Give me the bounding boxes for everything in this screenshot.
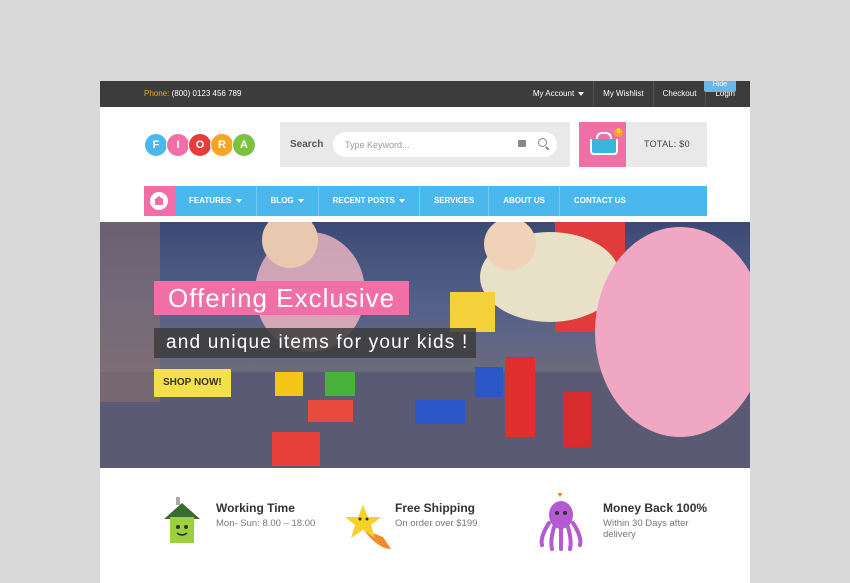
octopus-icon bbox=[539, 493, 583, 551]
nav-item-blog[interactable]: BLOG bbox=[257, 186, 319, 216]
logo-letter: A bbox=[232, 133, 256, 157]
shop-now-button[interactable]: SHOP NOW! bbox=[154, 369, 231, 397]
feature-title: Free Shipping bbox=[395, 501, 476, 515]
feature-working-time: Working Time Mon- Sun: 8.00 – 18.00 bbox=[164, 497, 354, 559]
logo[interactable]: F I O R A bbox=[144, 133, 256, 157]
my-account-link[interactable]: My Account bbox=[524, 81, 593, 107]
nav-item-contact-us[interactable]: CONTACT US bbox=[560, 186, 640, 216]
phone-label: Phone: bbox=[144, 89, 170, 98]
checkout-link[interactable]: Checkout bbox=[652, 81, 706, 107]
phone-number: (800) 0123 456 789 bbox=[171, 89, 242, 98]
main-nav: FEATURES BLOG RECENT POSTS SERVICES ABOU… bbox=[144, 186, 707, 216]
chevron-down-icon bbox=[578, 91, 585, 96]
my-wishlist-link[interactable]: My Wishlist bbox=[593, 81, 652, 107]
feature-subtitle: Within 30 Days after delivery bbox=[603, 518, 689, 540]
feature-subtitle: Mon- Sun: 8.00 – 18.00 bbox=[216, 518, 316, 529]
phone-info: Phone: (800) 0123 456 789 bbox=[144, 89, 241, 98]
nav-item-features[interactable]: FEATURES bbox=[175, 186, 257, 216]
logo-letter: F bbox=[144, 133, 168, 157]
nav-item-about-us[interactable]: ABOUT US bbox=[489, 186, 560, 216]
chevron-down-icon bbox=[297, 198, 304, 203]
chevron-down-icon bbox=[235, 198, 242, 203]
basket-icon bbox=[590, 139, 618, 155]
shooting-star-icon bbox=[345, 505, 391, 549]
search-icon[interactable] bbox=[538, 138, 547, 147]
cart-total: TOTAL: $0 bbox=[644, 139, 690, 149]
nav-item-recent-posts[interactable]: RECENT POSTS bbox=[319, 186, 420, 216]
house-icon bbox=[164, 497, 200, 543]
feature-free-shipping: Free Shipping On order over $199 bbox=[343, 499, 533, 559]
search-label: Search bbox=[290, 139, 324, 150]
feature-money-back: Money Back 100% Within 30 Days after del… bbox=[538, 493, 750, 559]
hero-headline: Offering Exclusive bbox=[154, 281, 410, 315]
keyboard-icon[interactable] bbox=[518, 140, 526, 147]
feature-title: Money Back 100% bbox=[603, 501, 708, 515]
logo-letter: R bbox=[210, 133, 234, 157]
hero-banner: Offering Exclusive and unique items for … bbox=[100, 222, 750, 468]
top-bar: Phone: (800) 0123 456 789 My Account My … bbox=[100, 81, 750, 107]
nav-item-services[interactable]: SERVICES bbox=[420, 186, 490, 216]
feature-title: Working Time bbox=[216, 501, 295, 515]
cart[interactable]: 0 TOTAL: $0 bbox=[579, 122, 707, 167]
page: Phone: (800) 0123 456 789 My Account My … bbox=[100, 81, 750, 583]
search-bar: Search bbox=[280, 122, 570, 167]
logo-letter: O bbox=[188, 133, 212, 157]
cart-icon-box[interactable]: 0 bbox=[579, 122, 626, 167]
cart-count-badge: 0 bbox=[614, 128, 623, 137]
features-row: Working Time Mon- Sun: 8.00 – 18.00 Free… bbox=[100, 493, 750, 579]
logo-letter: I bbox=[166, 133, 190, 157]
hide-button[interactable]: Hide bbox=[704, 81, 736, 92]
home-button[interactable] bbox=[144, 186, 175, 216]
hero-subline: and unique items for your kids ! bbox=[154, 328, 477, 358]
feature-subtitle: On order over $199 bbox=[395, 518, 478, 529]
chevron-down-icon bbox=[398, 198, 405, 203]
